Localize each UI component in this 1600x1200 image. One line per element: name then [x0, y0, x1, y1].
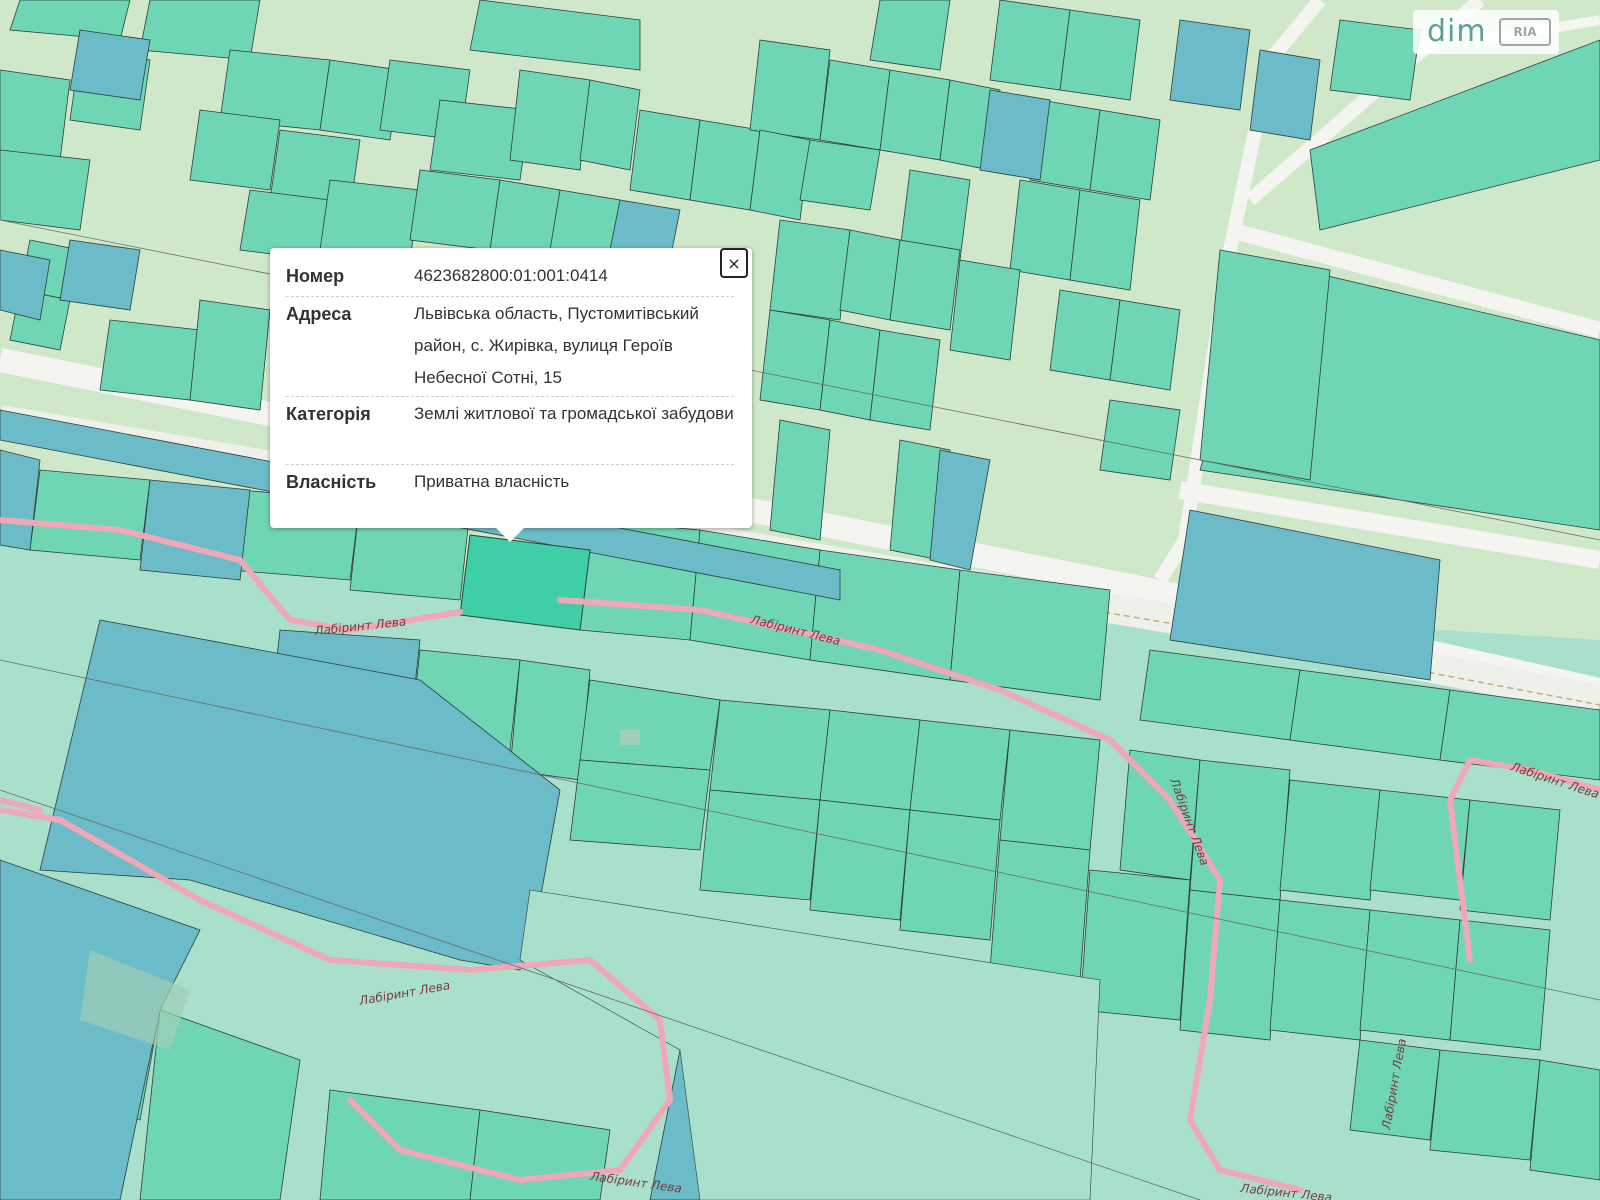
logo-text: dim [1427, 14, 1487, 49]
structure-shape [620, 730, 640, 745]
address-value: Львівська область, Пустомитівський район… [414, 304, 699, 387]
info-row-category: Категорія Землі житлової та громадської … [286, 398, 734, 465]
selected-parcel[interactable] [459, 534, 591, 631]
info-row-address: Адреса Львівська область, Пустомитівськи… [286, 298, 734, 397]
number-value: 4623682800:01:001:0414 [414, 266, 608, 285]
ownership-value: Приватна власність [414, 472, 570, 491]
category-value: Землі житлової та громадської забудови [414, 404, 734, 423]
dimria-logo: dim RIA [1413, 10, 1559, 54]
logo-badge: RIA [1499, 18, 1551, 46]
number-label: Номер [286, 266, 345, 286]
ownership-label: Власність [286, 472, 377, 492]
address-label: Адреса [286, 304, 352, 324]
parcel-info-popup: × Номер 4623682800:01:001:0414 Адреса Ль… [270, 248, 752, 542]
map-canvas[interactable]: Лабіринт Лева Лабіринт Лева Лабіринт Лев… [0, 0, 1600, 1200]
info-row-ownership: Власність Приватна власність [286, 466, 734, 502]
category-label: Категорія [286, 404, 371, 424]
info-row-number: Номер 4623682800:01:001:0414 [286, 260, 734, 297]
